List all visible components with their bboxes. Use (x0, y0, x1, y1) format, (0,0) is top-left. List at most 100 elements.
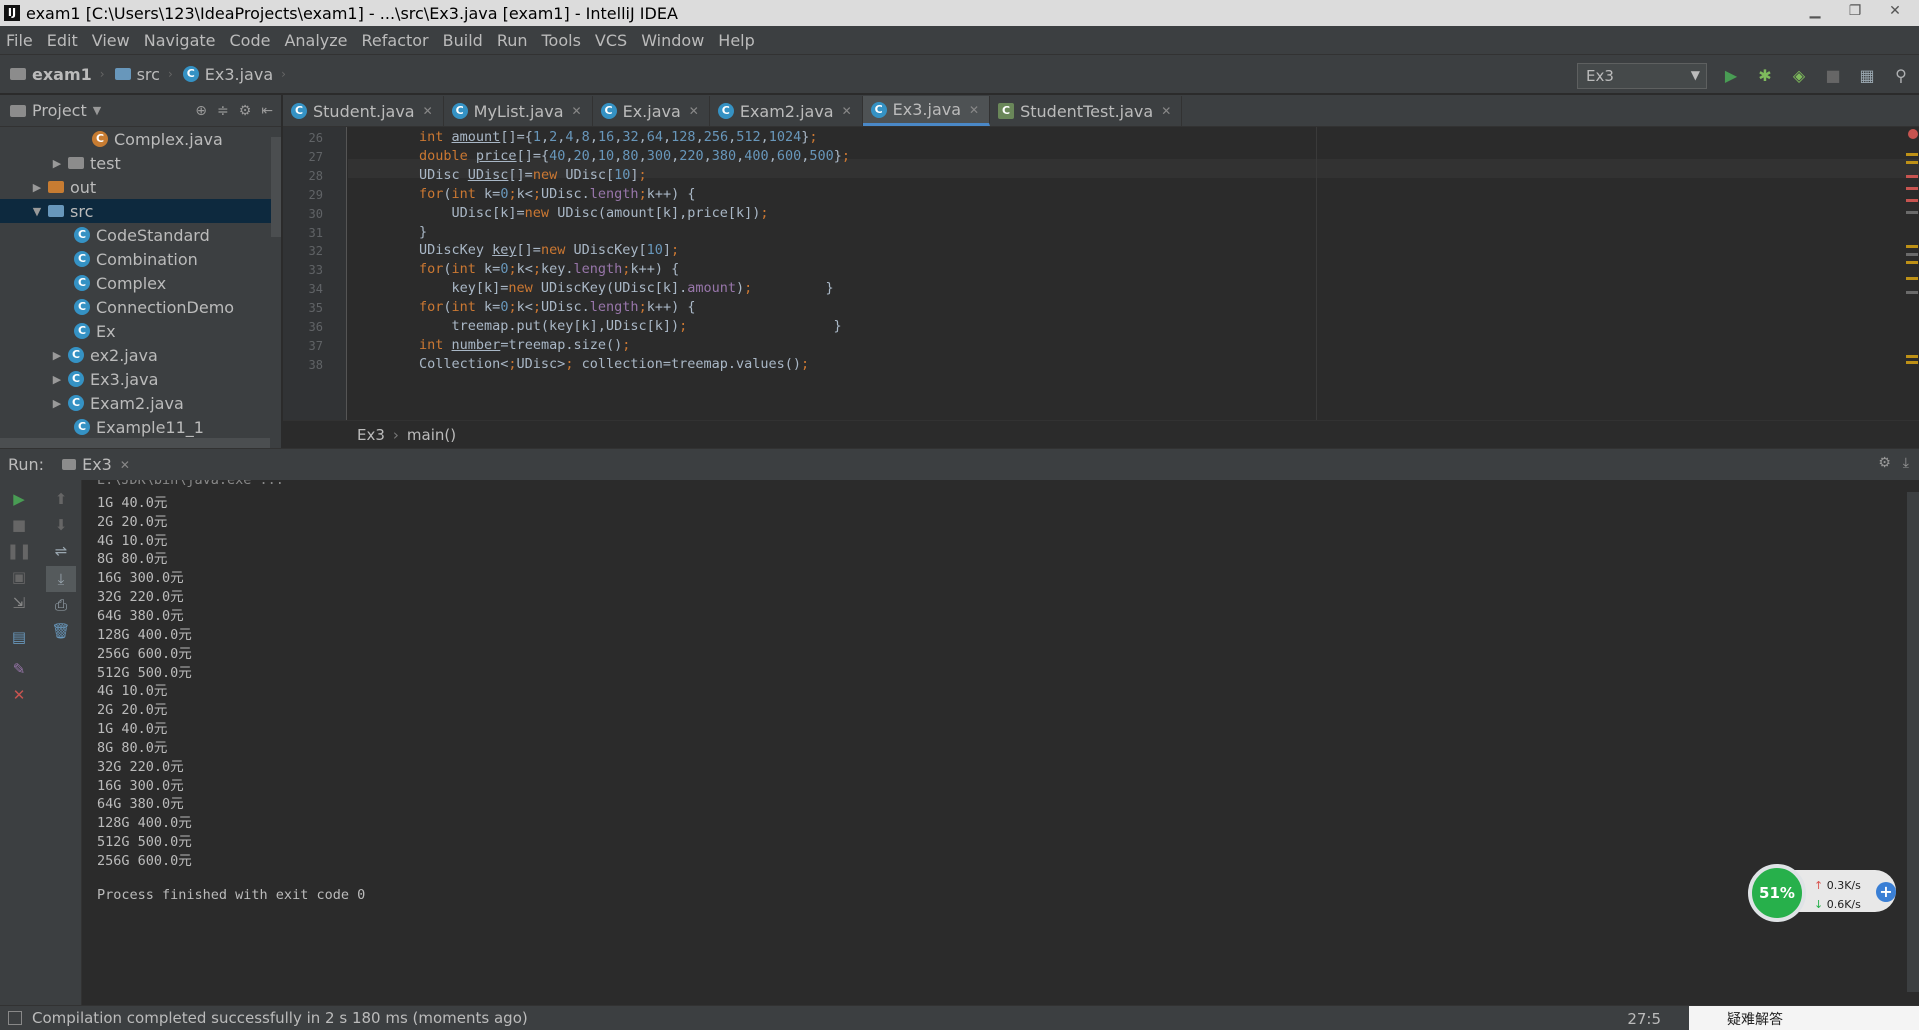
chevron-down-icon[interactable]: ▼ (93, 104, 101, 117)
warning-mark[interactable] (1906, 161, 1918, 164)
stop-icon[interactable]: ■ (1823, 65, 1843, 85)
console-output[interactable]: E:\JDK\bin\java.exe ... 1G 40.0元 2G 20.0元 4… (83, 480, 1919, 1005)
close-icon[interactable]: ✕ (120, 458, 130, 472)
tree-item[interactable]: C Combination (0, 247, 281, 271)
print-icon[interactable]: ⎙ (50, 594, 72, 616)
nav-crumb-project[interactable]: exam1 › (10, 65, 105, 84)
caret-position[interactable]: 27:5 (1627, 1010, 1661, 1028)
info-mark[interactable] (1906, 291, 1918, 294)
hide-panel-icon[interactable]: ⤓ (1903, 455, 1909, 471)
code-line[interactable]: for(int k=0;k<;UDisc.length;k++) { (419, 299, 695, 315)
error-mark[interactable] (1906, 199, 1918, 202)
warning-mark[interactable] (1906, 261, 1918, 264)
menu-refactor[interactable]: Refactor (362, 31, 429, 50)
menu-run[interactable]: Run (497, 31, 528, 50)
status-message[interactable]: Compilation completed successfully in 2 … (32, 1009, 528, 1027)
search-icon[interactable]: ⚲ (1891, 65, 1911, 85)
close-icon[interactable]: ✕ (8, 684, 30, 706)
tab-ex-java[interactable]: C Ex.java ✕ (593, 96, 710, 126)
help-box[interactable]: 疑难解答 (1689, 1006, 1919, 1030)
breadcrumb-class[interactable]: Ex3 (357, 426, 385, 444)
close-icon[interactable]: ✕ (969, 103, 979, 117)
net-speed-widget[interactable]: 51% ↑ 0.3K/s ↓ 0.6K/s + (1748, 864, 1900, 922)
rerun-icon[interactable]: ▶ (8, 488, 30, 510)
scroll-to-end-icon[interactable]: ⤓ (46, 566, 76, 592)
close-icon[interactable]: ✕ (689, 104, 699, 118)
tab-mylist-java[interactable]: C MyList.java ✕ (444, 96, 593, 126)
code-line[interactable]: for(int k=0;k<;key.length;k++) { (419, 261, 679, 277)
soft-wrap-icon[interactable]: ⇌ (50, 540, 72, 562)
warning-mark[interactable] (1906, 245, 1918, 248)
menu-vcs[interactable]: VCS (595, 31, 627, 50)
code-line[interactable]: UDisc UDisc[]=new UDisc[10]; (419, 167, 647, 183)
coverage-icon[interactable]: ◈ (1789, 65, 1809, 85)
menu-navigate[interactable]: Navigate (144, 31, 216, 50)
console-scrollbar[interactable] (1907, 492, 1919, 992)
tree-item[interactable]: ▶ C Ex3.java (0, 367, 281, 391)
gear-icon[interactable]: ⚙ (239, 103, 252, 119)
warning-mark[interactable] (1906, 153, 1918, 156)
menu-window[interactable]: Window (641, 31, 704, 50)
pause-icon[interactable]: ❚❚ (6, 540, 31, 562)
code-line[interactable]: int amount[]={1,2,4,8,16,32,64,128,256,5… (419, 129, 818, 145)
tab-exam2-java[interactable]: C Exam2.java ✕ (710, 96, 863, 126)
code-line[interactable]: key[k]=new UDiscKey(UDisc[k].amount); } (419, 280, 834, 296)
menu-view[interactable]: View (92, 31, 130, 50)
tree-item[interactable]: C Ex (0, 319, 281, 343)
tab-ex3-java[interactable]: C Ex3.java ✕ (862, 96, 991, 126)
memory-gauge[interactable]: 51% (1748, 864, 1806, 922)
close-icon[interactable]: ✕ (842, 104, 852, 118)
code-line[interactable]: double price[]={40,20,10,80,300,220,380,… (419, 148, 850, 164)
plus-icon[interactable]: + (1876, 882, 1896, 902)
trash-icon[interactable]: 🗑 (50, 620, 72, 642)
collapse-all-icon[interactable]: ≑ (217, 103, 229, 119)
code-editor[interactable]: 26 27 28 29 30 31 32 33 34 35 36 37 38 int amount[]=… (283, 127, 1919, 420)
tree-item[interactable]: ▼ src (0, 199, 281, 223)
chevron-right-icon[interactable]: ▶ (50, 397, 64, 410)
run-config-select[interactable]: Ex3 ▼ (1577, 63, 1707, 89)
tab-studenttest-java[interactable]: C StudentTest.java ✕ (990, 96, 1183, 126)
menu-build[interactable]: Build (443, 31, 483, 50)
warning-mark[interactable] (1906, 355, 1918, 358)
tool-windows-icon[interactable] (8, 1011, 22, 1025)
project-view-select[interactable]: Project (32, 101, 87, 120)
warning-mark[interactable] (1906, 361, 1918, 364)
tree-item[interactable]: ▶ out (0, 175, 281, 199)
stop-icon[interactable]: ■ (8, 514, 30, 536)
error-icon[interactable] (1908, 129, 1918, 139)
breadcrumb-method[interactable]: main() (407, 426, 456, 444)
code-line[interactable]: UDisc[k]=new UDisc(amount[k],price[k]); (419, 205, 769, 221)
info-mark[interactable] (1906, 253, 1918, 256)
code-line[interactable]: int number=treemap.size(); (419, 337, 630, 353)
menu-tools[interactable]: Tools (542, 31, 581, 50)
debug-icon[interactable]: ✱ (1755, 65, 1775, 85)
run-tab-ex3[interactable]: Ex3 ✕ (62, 455, 130, 474)
dump-threads-icon[interactable]: ▣ (8, 566, 30, 588)
arrow-down-icon[interactable]: ⬇ (50, 514, 72, 536)
close-icon[interactable]: ✕ (423, 104, 433, 118)
code-line[interactable]: Collection<;UDisc>; collection=treemap.v… (419, 356, 809, 372)
nav-crumb-src[interactable]: src › (114, 65, 173, 84)
close-icon[interactable]: ✕ (572, 104, 582, 118)
arrow-up-icon[interactable]: ⬆ (50, 488, 72, 510)
error-stripe[interactable] (1905, 127, 1919, 420)
error-mark[interactable] (1906, 187, 1918, 190)
close-icon[interactable]: ✕ (1877, 0, 1913, 22)
layout-icon[interactable]: ▤ (8, 626, 30, 648)
chevron-right-icon[interactable]: ▶ (50, 349, 64, 362)
hide-panel-icon[interactable]: ⇤ (261, 103, 273, 119)
menu-code[interactable]: Code (230, 31, 271, 50)
menu-analyze[interactable]: Analyze (284, 31, 347, 50)
close-icon[interactable]: ✕ (1161, 104, 1171, 118)
tree-item[interactable]: C Complex.java (0, 127, 281, 151)
tree-item[interactable]: ▶ C Exam2.java (0, 391, 281, 415)
code-line[interactable]: UDiscKey key[]=new UDiscKey[10]; (419, 242, 679, 258)
code-line[interactable]: } (419, 224, 427, 240)
tree-item[interactable]: ▶ Cex2.java (0, 343, 281, 367)
error-mark[interactable] (1906, 175, 1918, 178)
code-line[interactable]: for(int k=0;k<;UDisc.length;k++) { (419, 186, 695, 202)
chevron-right-icon[interactable]: ▶ (50, 373, 64, 386)
tree-horizontal-scrollbar[interactable] (0, 438, 270, 448)
info-mark[interactable] (1906, 211, 1918, 214)
tree-item[interactable]: ▶ test (0, 151, 281, 175)
